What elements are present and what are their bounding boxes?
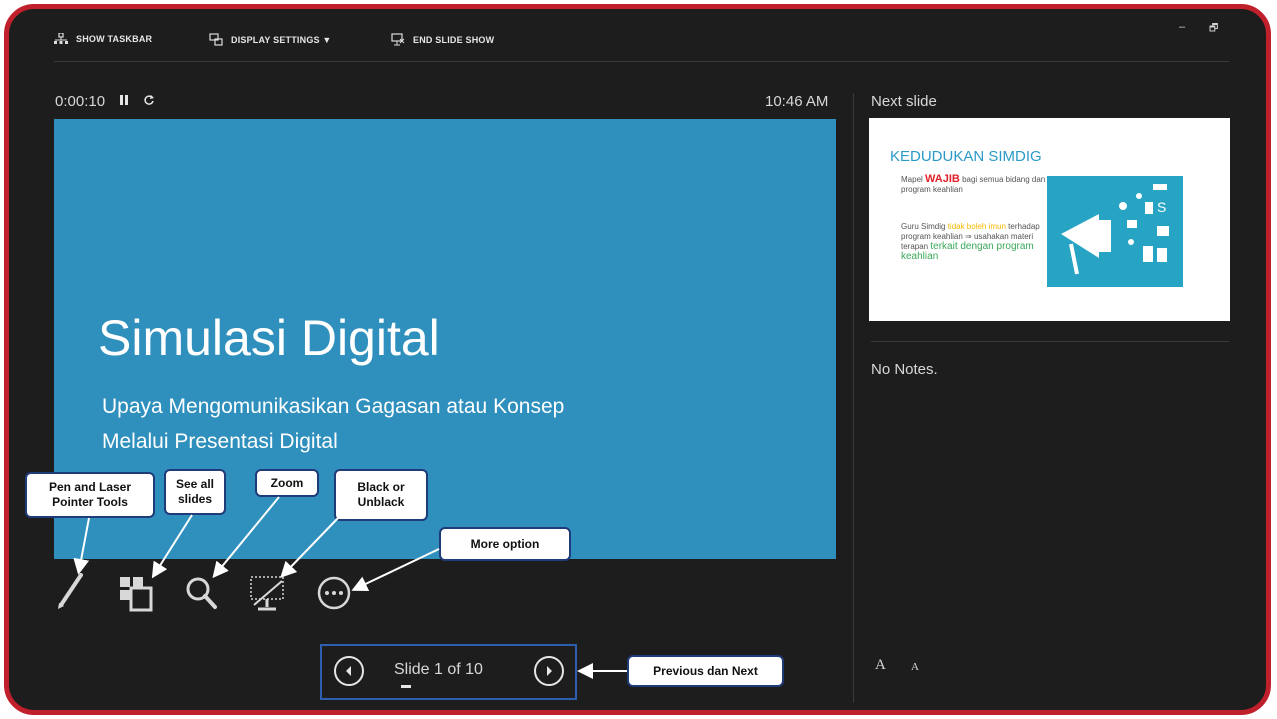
callout-more-option: More option: [439, 527, 571, 561]
callout-pen-tools: Pen and Laser Pointer Tools: [25, 472, 155, 518]
next-icon[interactable]: [534, 656, 564, 686]
show-taskbar-label: SHOW TASKBAR: [76, 34, 153, 44]
restore-button[interactable]: 🗗: [1209, 21, 1218, 38]
next-slide-label: Next slide: [871, 93, 937, 110]
slide-subtitle-line1: Upaya Mengomunikasikan Gagasan atau Kons…: [102, 395, 565, 418]
slide-title: Simulasi Digital: [98, 310, 440, 366]
callout-see-all-slides: See all slides: [164, 469, 226, 515]
slide-subtitle: Upaya Mengomunikasikan Gagasan atau Kons…: [102, 389, 564, 459]
black-screen-icon[interactable]: [248, 573, 288, 618]
more-options-icon[interactable]: [314, 573, 354, 618]
text: Guru Simdig: [901, 222, 948, 231]
zoom-icon[interactable]: [185, 573, 219, 618]
slide-subtitle-line2: Melalui Presentasi Digital: [102, 430, 338, 453]
text-emphasis: tidak boleh imun: [947, 222, 1006, 231]
panel-divider: [853, 93, 854, 703]
previous-icon[interactable]: [334, 656, 364, 686]
pen-icon[interactable]: [55, 573, 85, 616]
top-toolbar: SHOW TASKBAR DISPLAY SETTINGS ▼ END SLID…: [9, 9, 1266, 65]
callout-zoom: Zoom: [255, 469, 319, 497]
callout-black-unblack: Black or Unblack: [334, 469, 428, 521]
notes-divider: [871, 341, 1229, 342]
text-emphasis: WAJIB: [925, 173, 960, 185]
see-all-slides-icon[interactable]: [119, 573, 153, 618]
taskbar-icon: [54, 33, 68, 45]
slide-counter[interactable]: Slide 1 of 10: [394, 661, 483, 679]
end-show-icon: [391, 33, 405, 46]
pause-icon[interactable]: [119, 93, 129, 110]
increase-font-button[interactable]: A: [875, 657, 886, 674]
timer-bar: 0:00:10: [55, 93, 155, 110]
next-slide-paragraph-2: Guru Simdig tidak boleh imun terhadap pr…: [901, 222, 1046, 262]
next-slide-title: KEDUDUKAN SIMDIG: [890, 148, 1042, 165]
show-taskbar-button[interactable]: SHOW TASKBAR: [54, 33, 152, 45]
minimize-button[interactable]: –: [1179, 21, 1185, 33]
display-settings-icon: [209, 33, 223, 46]
end-slide-show-button[interactable]: END SLIDE SHOW: [391, 33, 494, 46]
svg-text:S: S: [1157, 199, 1166, 215]
slide-navigation: Slide 1 of 10: [320, 644, 577, 700]
next-slide-paragraph-1: Mapel WAJIB bagi semua bidang dan progra…: [901, 174, 1046, 195]
presenter-view-window: SHOW TASKBAR DISPLAY SETTINGS ▼ END SLID…: [4, 4, 1271, 715]
restart-icon[interactable]: [143, 93, 155, 110]
text: Mapel: [901, 175, 926, 184]
display-settings-label: DISPLAY SETTINGS ▼: [231, 34, 332, 45]
display-settings-button[interactable]: DISPLAY SETTINGS ▼: [209, 33, 332, 46]
speaker-notes: No Notes.: [871, 361, 938, 378]
slide-progress-indicator: [401, 685, 411, 688]
toolbar-divider: [54, 61, 1229, 62]
timer-value: 0:00:10: [55, 93, 106, 110]
end-slide-show-label: END SLIDE SHOW: [413, 34, 495, 45]
clock: 10:46 AM: [765, 93, 829, 110]
decrease-font-button[interactable]: A: [911, 661, 919, 673]
callout-previous-next: Previous dan Next: [627, 655, 784, 687]
megaphone-illustration: S: [1047, 176, 1183, 287]
next-slide-thumbnail[interactable]: KEDUDUKAN SIMDIG Mapel WAJIB bagi semua …: [869, 118, 1230, 321]
